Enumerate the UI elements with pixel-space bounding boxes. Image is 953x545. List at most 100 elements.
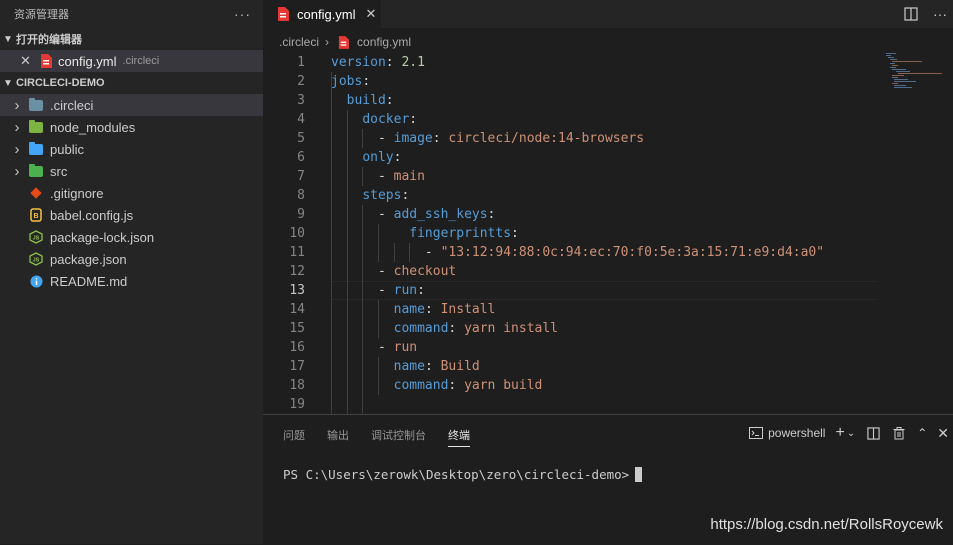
line-code: - add_ssh_keys:	[331, 205, 495, 224]
line-code: - "13:12:94:88:0c:94:ec:70:f0:5e:3a:15:7…	[331, 243, 824, 262]
line-code: docker:	[331, 110, 417, 129]
panel-tab[interactable]: 调试控制台	[371, 427, 426, 447]
trash-icon[interactable]	[891, 425, 907, 441]
explorer-title: 资源管理器	[14, 9, 69, 21]
plus-icon[interactable]: +	[835, 424, 844, 442]
line-code: command: yarn install	[331, 319, 558, 338]
tree-item[interactable]: JS package-lock.json	[0, 226, 263, 248]
minimap[interactable]	[884, 52, 944, 92]
maximize-panel-icon[interactable]: ⌃	[917, 426, 927, 440]
code-line: 17 name: Build	[263, 357, 877, 376]
code-token: image	[393, 131, 433, 146]
code-line: 2 jobs:	[263, 72, 877, 91]
tree-item[interactable]: › src	[0, 160, 263, 182]
code-token: :	[417, 283, 425, 298]
line-code: steps:	[331, 186, 409, 205]
code-token: jobs	[331, 74, 363, 89]
breadcrumb-separator: ›	[325, 35, 330, 49]
code-token: :	[432, 131, 449, 146]
indent-guide	[377, 224, 379, 262]
code-token: name	[393, 302, 425, 317]
code-token: build	[346, 93, 386, 108]
code-token: Build	[440, 359, 480, 374]
code-line: 10 fingerprintts:	[263, 224, 877, 243]
editor-actions: ···	[903, 0, 953, 28]
line-number: 13	[289, 283, 305, 298]
indent-guide	[377, 357, 379, 395]
watermark: https://blog.csdn.net/RollsRoycewk	[710, 516, 943, 533]
code-editor[interactable]: 1 version: 2.1 2 jobs: 3 build: 4 docker: 5 - …	[263, 52, 953, 414]
open-editors-header[interactable]: ▼ 打开的编辑器	[0, 28, 263, 50]
file-tree: › .circleci › node_modules › public › src .gitig…	[0, 94, 263, 292]
project-label: CIRCLECI-DEMO	[16, 77, 105, 89]
close-icon[interactable]: ✕	[366, 6, 377, 22]
indent-guide	[409, 243, 411, 262]
line-code: version: 2.1	[331, 53, 425, 72]
code-token: main	[393, 169, 425, 184]
shell-selector[interactable]: powershell	[768, 426, 825, 440]
chevron-right-icon: ›	[14, 140, 20, 158]
code-line: 19	[263, 395, 877, 414]
open-editors-label: 打开的编辑器	[16, 34, 82, 46]
split-editor-icon[interactable]	[903, 6, 919, 22]
indent-guide	[331, 72, 332, 414]
open-editor-dir: .circleci	[122, 55, 160, 67]
split-terminal-icon[interactable]	[865, 425, 881, 441]
panel-tab[interactable]: 问题	[283, 427, 305, 447]
tree-item[interactable]: README.md	[0, 270, 263, 292]
open-editor-name: config.yml	[58, 53, 117, 69]
code-token: :	[487, 207, 496, 222]
code-token: :	[385, 55, 402, 70]
code-line: 7 - main	[263, 167, 877, 186]
tree-item[interactable]: Bbabel.config.js	[0, 204, 263, 226]
tree-item[interactable]: .gitignore	[0, 182, 263, 204]
tab-label: config.yml	[297, 6, 356, 22]
indent-guide	[377, 300, 379, 338]
breadcrumb-file[interactable]: config.yml	[357, 35, 411, 49]
code-line: 14 name: Install	[263, 300, 877, 319]
line-number: 1	[297, 55, 305, 70]
code-token: run	[393, 340, 418, 355]
code-token: 2.1	[401, 55, 425, 70]
close-icon[interactable]: ✕	[937, 425, 949, 442]
chevron-down-icon: ▼	[3, 33, 13, 45]
code-token: docker	[362, 112, 410, 127]
chevron-down-icon[interactable]: ⌄	[847, 428, 855, 439]
indent-guide	[362, 129, 364, 148]
chevron-down-icon: ▼	[3, 77, 13, 89]
tree-item-label: .circleci	[50, 97, 94, 113]
more-actions-icon[interactable]: ···	[234, 6, 251, 22]
tree-item[interactable]: › .circleci	[0, 94, 263, 116]
yaml-file-icon	[38, 53, 54, 69]
nodejs-icon: JS	[28, 229, 44, 245]
code-token: :	[393, 150, 402, 165]
code-token: checkout	[393, 264, 457, 279]
code-line: 8 steps:	[263, 186, 877, 205]
folder-shape	[29, 163, 43, 177]
breadcrumb-folder[interactable]: .circleci	[279, 35, 319, 49]
project-header[interactable]: ▼ CIRCLECI-DEMO	[0, 72, 263, 94]
tree-item[interactable]: › node_modules	[0, 116, 263, 138]
tab-config-yml[interactable]: config.yml ✕	[263, 0, 381, 28]
bottom-panel: 问题 输出 调试控制台 终端 powershell + ⌄ ⌃ ✕ PS C:\Use…	[263, 414, 953, 545]
code-line: 16 - run	[263, 338, 877, 357]
close-icon[interactable]: ✕	[20, 53, 34, 69]
yaml-file-icon	[335, 34, 351, 50]
more-actions-icon[interactable]: ···	[933, 6, 947, 22]
line-code: - checkout	[331, 262, 456, 281]
code-token: :	[401, 188, 410, 203]
code-token: :	[424, 302, 441, 317]
code-token: add_ssh_keys	[393, 207, 488, 222]
breadcrumb: .circleci › config.yml	[263, 32, 411, 52]
open-editor-item[interactable]: ✕ config.yml .circleci	[0, 50, 263, 72]
line-number: 14	[289, 302, 305, 317]
tree-item-label: babel.config.js	[50, 207, 134, 223]
folder-shape	[29, 141, 43, 155]
tree-item[interactable]: JS package.json	[0, 248, 263, 270]
tree-item-label: package-lock.json	[50, 229, 155, 245]
panel-tab[interactable]: 终端	[448, 427, 470, 447]
panel-tab[interactable]: 输出	[327, 427, 349, 447]
terminal-output[interactable]: PS C:\Users\zerowk\Desktop\zero\circleci…	[283, 467, 643, 482]
tree-item[interactable]: › public	[0, 138, 263, 160]
